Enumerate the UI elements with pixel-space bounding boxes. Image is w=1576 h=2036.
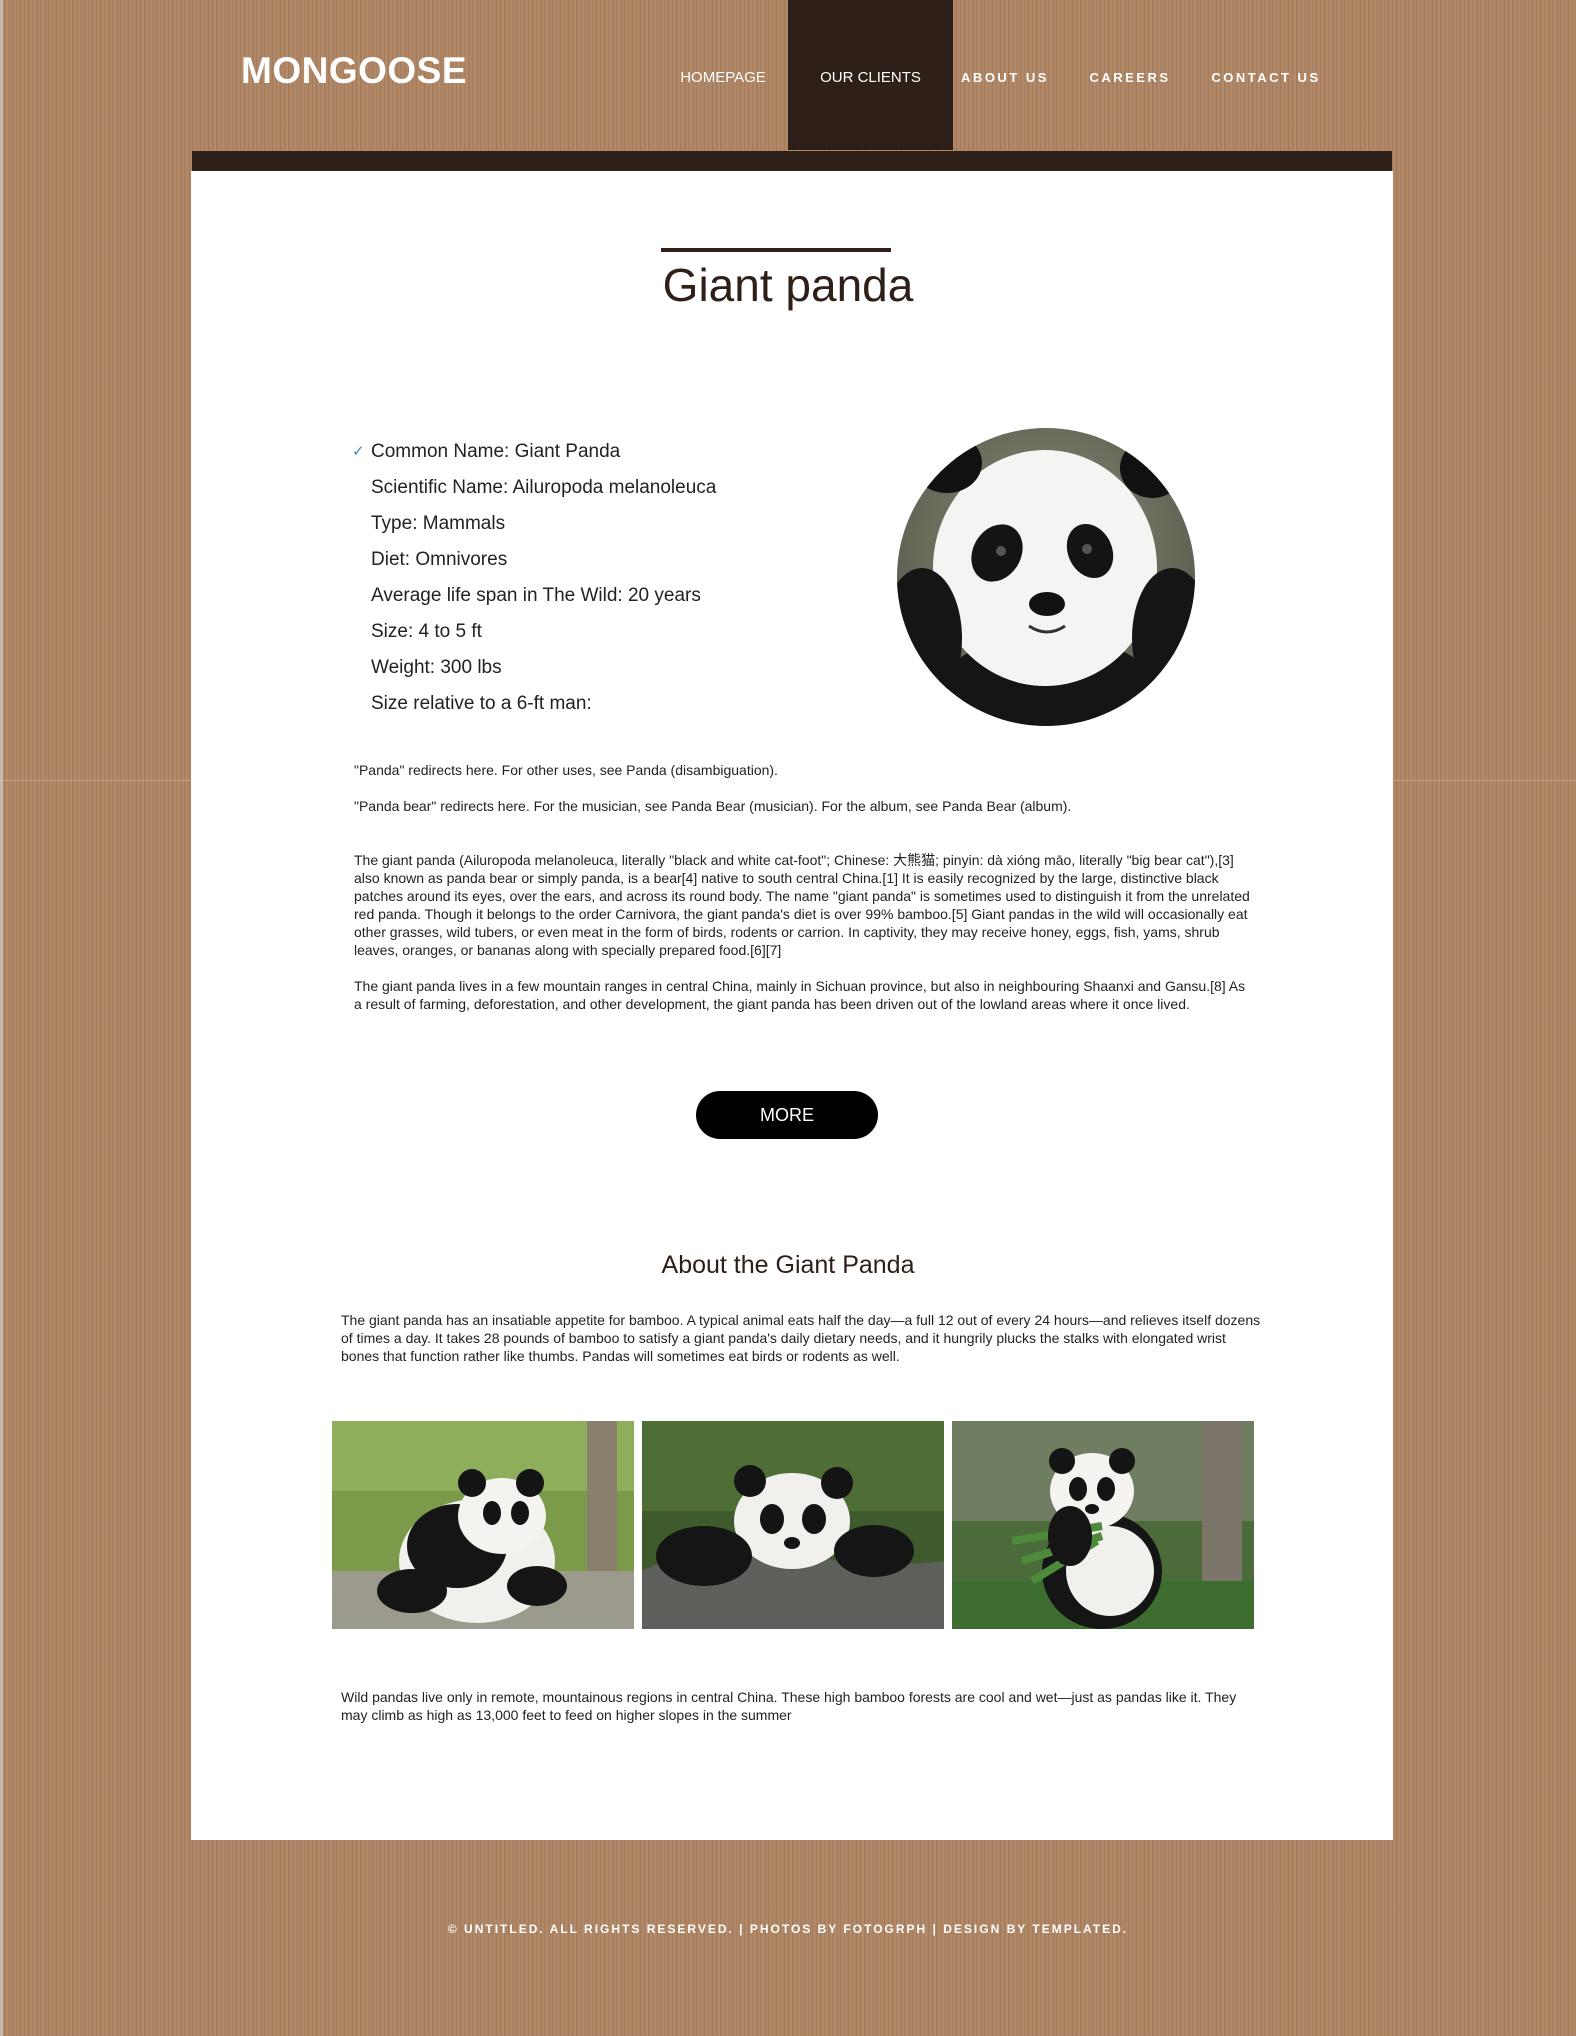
gallery-image — [642, 1421, 944, 1629]
nav-careers-label: CAREERS — [1089, 69, 1171, 85]
fact-text: Average life span in The Wild: 20 years — [371, 585, 701, 606]
fact-text: Weight: 300 lbs — [371, 657, 502, 678]
habitat-paragraph: Wild pandas live only in remote, mountai… — [341, 1689, 1237, 1723]
fact-text: Common Name: Giant Panda — [371, 441, 621, 462]
redirect-note: "Panda bear" redirects here. For the mus… — [354, 798, 1072, 814]
content-top-bar — [192, 151, 1392, 171]
nav-our-clients-label: OUR CLIENTS — [820, 68, 921, 86]
more-button[interactable]: MORE — [696, 1091, 878, 1139]
title-rule — [661, 248, 891, 252]
facts-list: ✓ Common Name: Giant Panda Scientific Nam… — [352, 437, 716, 725]
fact-item: Diet: Omnivores — [352, 545, 716, 581]
about-paragraph: The giant panda has an insatiable appeti… — [341, 1312, 1261, 1364]
footer-credits: © UNTITLED. ALL RIGHTS RESERVED. | PHOTO… — [447, 1922, 1129, 1936]
fact-item: Size relative to a 6-ft man: — [352, 689, 716, 725]
main-nav: HOMEPAGE OUR CLIENTS ABOUT US CAREERS CO… — [0, 0, 1576, 152]
fact-text: Size: 4 to 5 ft — [371, 621, 482, 642]
fact-text: Type: Mammals — [371, 513, 506, 534]
nav-careers[interactable]: CAREERS — [1085, 0, 1175, 150]
redirect-note: "Panda" redirects here. For other uses, … — [354, 762, 778, 778]
panda-eating-bamboo-illustration — [952, 1421, 1254, 1629]
panda-portrait-illustration — [897, 428, 1195, 726]
fact-item: Weight: 300 lbs — [352, 653, 716, 689]
nav-our-clients[interactable]: OUR CLIENTS — [788, 0, 953, 150]
range-paragraph: The giant panda lives in a few mountain … — [354, 978, 1246, 1012]
fact-text: Scientific Name: Ailuropoda melanoleuca — [371, 477, 717, 498]
fact-item: Scientific Name: Ailuropoda melanoleuca — [352, 473, 716, 509]
fact-item: ✓ Common Name: Giant Panda — [352, 437, 716, 473]
gallery-image — [952, 1421, 1254, 1629]
page-title: Giant panda — [662, 259, 914, 311]
fact-item: Type: Mammals — [352, 509, 716, 545]
fact-item: Size: 4 to 5 ft — [352, 617, 716, 653]
panda-on-rock-illustration — [642, 1421, 944, 1629]
gallery-image — [332, 1421, 634, 1629]
nav-contact-us[interactable]: CONTACT US — [1205, 0, 1327, 150]
fact-item: Average life span in The Wild: 20 years — [352, 581, 716, 617]
nav-homepage-label: HOMEPAGE — [680, 68, 766, 86]
fact-text: Size relative to a 6-ft man: — [371, 693, 592, 714]
nav-homepage[interactable]: HOMEPAGE — [670, 0, 776, 150]
fact-text: Diet: Omnivores — [371, 549, 508, 570]
panda-portrait-image — [897, 428, 1195, 726]
intro-paragraph: The giant panda (Ailuropoda melanoleuca,… — [354, 852, 1250, 958]
about-heading: About the Giant Panda — [661, 1251, 915, 1279]
checkmark-icon: ✓ — [352, 443, 365, 460]
nav-contact-us-label: CONTACT US — [1211, 69, 1321, 85]
nav-about-us-label: ABOUT US — [961, 69, 1049, 85]
nav-about-us[interactable]: ABOUT US — [955, 0, 1055, 150]
panda-hugging-illustration — [332, 1421, 634, 1629]
